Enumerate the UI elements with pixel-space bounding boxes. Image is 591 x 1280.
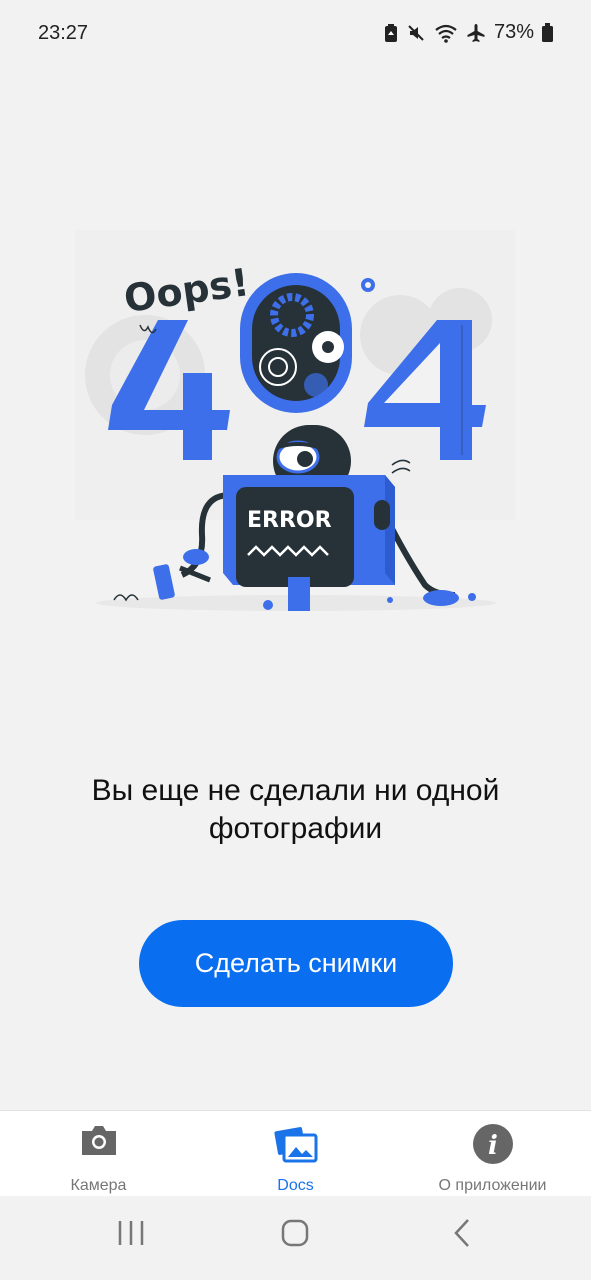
battery-percent: 73% — [493, 21, 534, 43]
error-screen-text: ERROR — [247, 508, 332, 533]
nav-label-docs: Docs — [277, 1177, 314, 1194]
status-bar: 23:27 73% — [0, 0, 591, 70]
status-time: 23:27 — [38, 22, 89, 44]
bottom-navigation: Камера Docs i О приложении — [0, 1110, 591, 1197]
nav-item-camera[interactable]: Камера — [0, 1111, 197, 1197]
recent-apps-icon[interactable] — [116, 1218, 146, 1253]
nav-item-about[interactable]: i О приложении — [394, 1111, 591, 1197]
error-404-illustration: Oops! ERROR — [40, 225, 552, 620]
gallery-icon — [273, 1123, 318, 1168]
battery-icon — [542, 22, 553, 43]
status-icons: 73% — [384, 21, 553, 44]
recycle-battery-icon — [384, 23, 398, 43]
home-icon[interactable] — [280, 1218, 310, 1253]
airplane-icon — [466, 23, 486, 43]
back-icon[interactable] — [448, 1218, 478, 1253]
mute-icon — [406, 23, 426, 43]
svg-text:i: i — [488, 1131, 498, 1161]
wifi-icon — [434, 23, 458, 43]
nav-label-camera: Камера — [70, 1177, 127, 1194]
info-icon: i — [472, 1123, 514, 1170]
system-navigation-bar — [0, 1196, 591, 1280]
camera-icon — [79, 1123, 119, 1162]
nav-label-about: О приложении — [438, 1177, 547, 1194]
empty-state-message: Вы еще не сделали ни одной фотографии — [91, 774, 500, 845]
take-photos-button[interactable]: Сделать снимки — [139, 920, 453, 1007]
nav-item-docs[interactable]: Docs — [197, 1111, 394, 1197]
